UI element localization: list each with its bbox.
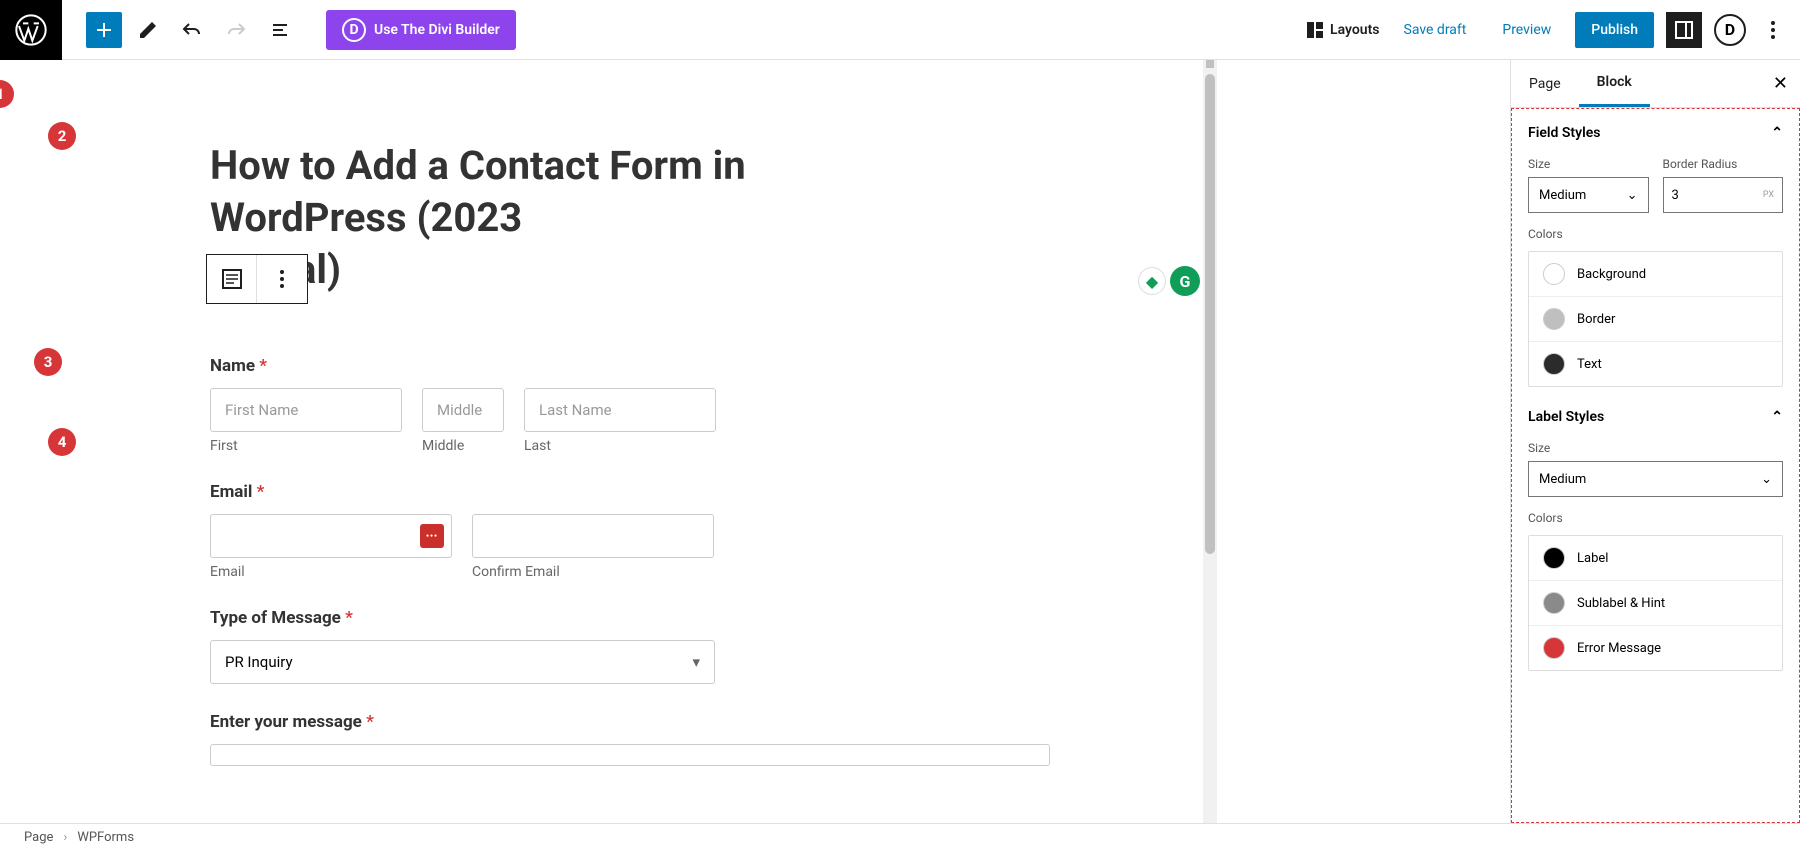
wordpress-logo[interactable]	[0, 0, 62, 60]
swatch-icon	[1543, 592, 1565, 614]
grammarly-g-icon: G	[1170, 266, 1200, 296]
chevron-down-icon: ▾	[692, 653, 700, 671]
color-sublabel[interactable]: Sublabel & Hint	[1529, 581, 1782, 626]
undo-icon[interactable]	[174, 12, 210, 48]
label-colors-list: Label Sublabel & Hint Error Message	[1528, 535, 1783, 671]
settings-sidebar: Page Block ✕ Field Styles ⌃ Size Medium …	[1510, 60, 1800, 823]
scrollbar[interactable]	[1203, 60, 1217, 823]
type-label: Type of Message *	[210, 608, 1060, 628]
chevron-down-icon: ⌄	[1761, 472, 1772, 487]
grammarly-widget[interactable]: ◆ G	[1138, 266, 1200, 296]
crumb-page[interactable]: Page	[24, 830, 53, 845]
page-title[interactable]: How to Add a Contact Form in WordPress (…	[210, 140, 940, 296]
divi-builder-button[interactable]: D Use The Divi Builder	[326, 10, 516, 50]
tab-block[interactable]: Block	[1579, 60, 1650, 107]
block-more-icon[interactable]	[257, 255, 307, 303]
add-block-button[interactable]	[86, 12, 122, 48]
redo-icon[interactable]	[218, 12, 254, 48]
message-textarea[interactable]	[210, 744, 1050, 766]
field-colors-label: Colors	[1528, 227, 1783, 241]
chevron-down-icon: ⌄	[1627, 188, 1638, 203]
more-options-icon[interactable]	[1758, 20, 1788, 40]
save-draft-button[interactable]: Save draft	[1392, 14, 1479, 46]
color-border[interactable]: Border	[1529, 297, 1782, 342]
close-sidebar-icon[interactable]: ✕	[1773, 73, 1788, 94]
contact-form: Name * First Middle Last	[210, 356, 1060, 766]
email-sublabel: Email	[210, 564, 452, 580]
editor-canvas: How to Add a Contact Form in WordPress (…	[0, 60, 1510, 823]
edit-icon[interactable]	[130, 12, 166, 48]
size-label: Size	[1528, 157, 1649, 171]
sidebar-tabs: Page Block ✕	[1511, 60, 1800, 108]
divi-button-label: Use The Divi Builder	[374, 22, 500, 38]
top-toolbar: D Use The Divi Builder Layouts Save draf…	[0, 0, 1800, 60]
breadcrumb: Page › WPForms	[0, 823, 1800, 850]
sidebar-body: Field Styles ⌃ Size Medium ⌄ Border Radi…	[1511, 108, 1800, 823]
confirm-email-input[interactable]	[472, 514, 714, 558]
preview-button[interactable]: Preview	[1490, 14, 1563, 46]
confirm-email-sublabel: Confirm Email	[472, 564, 714, 580]
field-message: Enter your message *	[210, 712, 1060, 766]
email-label: Email *	[210, 482, 1060, 502]
first-name-input[interactable]	[210, 388, 402, 432]
settings-panel-toggle[interactable]	[1666, 12, 1702, 48]
main-area: How to Add a Contact Form in WordPress (…	[0, 60, 1800, 823]
divi-round-icon[interactable]: D	[1714, 14, 1746, 46]
field-size-select[interactable]: Medium ⌄	[1528, 177, 1649, 213]
radius-label: Border Radius	[1663, 157, 1784, 171]
message-label: Enter your message *	[210, 712, 1060, 732]
color-label[interactable]: Label	[1529, 536, 1782, 581]
crumb-block[interactable]: WPForms	[77, 830, 134, 845]
type-select[interactable]: PR Inquiry ▾	[210, 640, 715, 684]
field-name: Name * First Middle Last	[210, 356, 1060, 454]
publish-button[interactable]: Publish	[1575, 12, 1654, 48]
swatch-icon	[1543, 547, 1565, 569]
field-email: Email * ●●● Email Confirm Email	[210, 482, 1060, 580]
name-label: Name *	[210, 356, 1060, 376]
color-text[interactable]: Text	[1529, 342, 1782, 386]
section-label-styles[interactable]: Label Styles ⌃	[1528, 409, 1783, 425]
swatch-icon	[1543, 637, 1565, 659]
toolbar-left: D Use The Divi Builder	[62, 10, 516, 50]
grammarly-shield-icon: ◆	[1138, 267, 1166, 295]
swatch-icon	[1543, 353, 1565, 375]
label-colors-label: Colors	[1528, 511, 1783, 525]
toolbar-right: Layouts Save draft Preview Publish D	[1306, 12, 1800, 48]
email-input[interactable]	[210, 514, 452, 558]
swatch-icon	[1543, 263, 1565, 285]
chevron-up-icon: ⌃	[1771, 125, 1783, 141]
middle-name-sublabel: Middle	[422, 438, 504, 454]
first-name-sublabel: First	[210, 438, 402, 454]
border-radius-input[interactable]: 3 PX	[1663, 177, 1784, 213]
last-name-sublabel: Last	[524, 438, 716, 454]
lastpass-icon[interactable]: ●●●	[420, 524, 444, 548]
block-type-icon[interactable]	[207, 255, 257, 303]
swatch-icon	[1543, 308, 1565, 330]
color-error[interactable]: Error Message	[1529, 626, 1782, 670]
color-background[interactable]: Background	[1529, 252, 1782, 297]
tab-page[interactable]: Page	[1511, 62, 1579, 106]
block-toolbar	[206, 254, 308, 304]
chevron-up-icon: ⌃	[1771, 409, 1783, 425]
label-size-select[interactable]: Medium ⌄	[1528, 461, 1783, 497]
field-type: Type of Message * PR Inquiry ▾	[210, 608, 1060, 684]
section-field-styles[interactable]: Field Styles ⌃	[1528, 125, 1783, 141]
document-overview-icon[interactable]	[262, 12, 298, 48]
middle-name-input[interactable]	[422, 388, 504, 432]
layouts-button[interactable]: Layouts	[1306, 21, 1379, 39]
divi-logo-icon: D	[342, 18, 366, 42]
chevron-right-icon: ›	[63, 830, 67, 845]
label-size-label: Size	[1528, 441, 1783, 455]
last-name-input[interactable]	[524, 388, 716, 432]
field-colors-list: Background Border Text	[1528, 251, 1783, 387]
